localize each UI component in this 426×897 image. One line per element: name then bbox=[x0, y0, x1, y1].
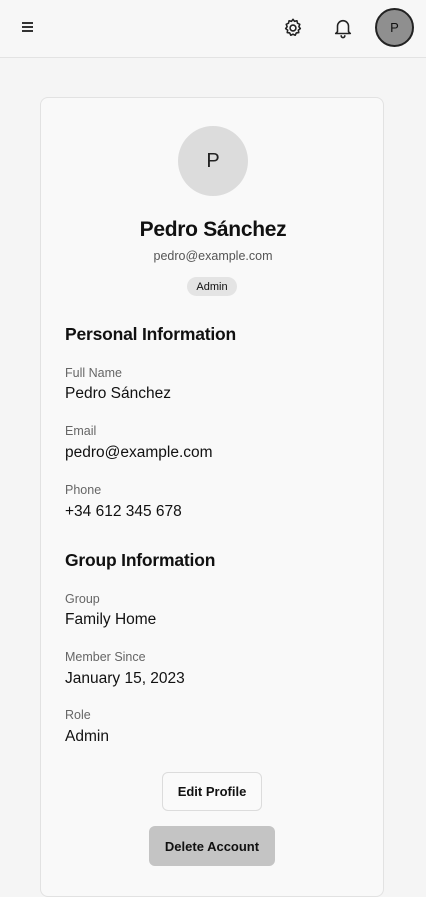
phone-value: +34 612 345 678 bbox=[65, 503, 182, 520]
full-name-label: Full Name bbox=[65, 366, 122, 380]
menu-icon[interactable] bbox=[22, 22, 36, 36]
role-value: Admin bbox=[65, 728, 109, 745]
member-since-label: Member Since bbox=[65, 650, 146, 664]
group-label: Group bbox=[65, 592, 100, 606]
profile-name: Pedro Sánchez bbox=[139, 218, 287, 241]
email-value: pedro@example.com bbox=[65, 444, 213, 461]
delete-account-button[interactable]: Delete Account bbox=[149, 826, 275, 866]
avatar-initial: P bbox=[390, 20, 399, 35]
role-badge: Admin bbox=[187, 277, 237, 296]
profile-avatar-initial: P bbox=[206, 149, 220, 172]
bell-icon[interactable] bbox=[332, 16, 354, 40]
group-value: Family Home bbox=[65, 611, 157, 628]
member-since-value: January 15, 2023 bbox=[65, 670, 185, 687]
user-avatar-button[interactable]: P bbox=[375, 8, 414, 47]
profile-email: pedro@example.com bbox=[153, 249, 273, 263]
profile-card: P Pedro Sánchez pedro@example.com Admin … bbox=[40, 97, 384, 897]
top-bar: P bbox=[0, 0, 426, 58]
edit-profile-button[interactable]: Edit Profile bbox=[162, 772, 262, 811]
full-name-value: Pedro Sánchez bbox=[65, 385, 171, 402]
profile-avatar: P bbox=[178, 126, 248, 196]
personal-info-title: Personal Information bbox=[65, 324, 237, 344]
email-label: Email bbox=[65, 424, 97, 438]
gear-icon[interactable] bbox=[282, 17, 304, 39]
phone-label: Phone bbox=[65, 483, 102, 497]
role-label: Role bbox=[65, 708, 91, 722]
group-info-title: Group Information bbox=[65, 550, 216, 570]
